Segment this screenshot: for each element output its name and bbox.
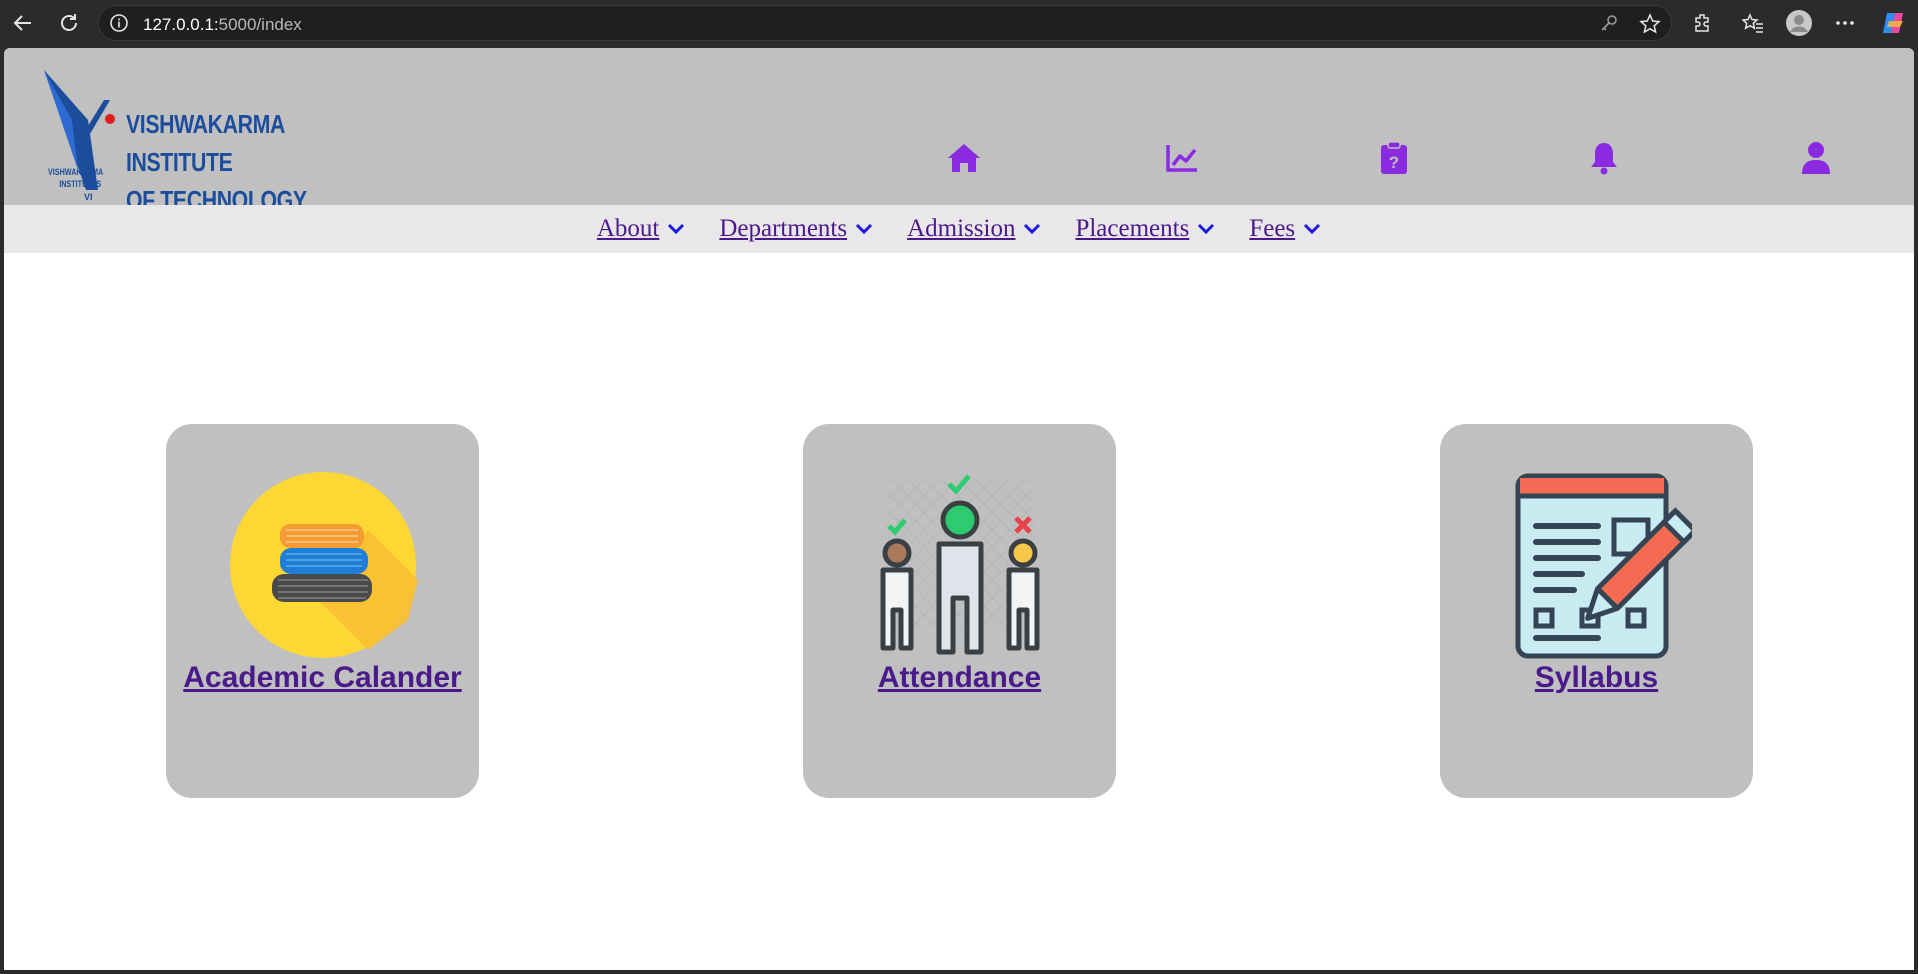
nav-admission[interactable]: Admission xyxy=(907,215,1041,243)
syllabus-document-icon xyxy=(1515,473,1692,659)
logo-sub-line1: VISHWAKARMA xyxy=(48,167,104,177)
chevron-down-icon[interactable] xyxy=(667,223,685,235)
key-icon[interactable] xyxy=(1599,13,1619,38)
books-icon xyxy=(229,472,418,658)
card-label-attendance[interactable]: Attendance xyxy=(803,661,1116,695)
favorite-star-icon[interactable] xyxy=(1639,13,1661,40)
clipboard-question-icon[interactable]: ? xyxy=(1374,138,1414,178)
chevron-down-icon[interactable] xyxy=(855,223,873,235)
favorites-icon[interactable] xyxy=(1738,8,1768,38)
nav-placements[interactable]: Placements xyxy=(1075,215,1215,243)
nav-admission-label[interactable]: Admission xyxy=(907,215,1015,243)
extensions-icon[interactable] xyxy=(1688,8,1718,38)
card-attendance[interactable]: Attendance xyxy=(803,424,1116,798)
chevron-down-icon[interactable] xyxy=(1023,223,1041,235)
chevron-down-icon[interactable] xyxy=(1303,223,1321,235)
site-header: VI VISHWAKARMA INSTITUTES VISHWAKARMA IN… xyxy=(4,48,1914,253)
nav-fees[interactable]: Fees xyxy=(1249,215,1321,243)
more-menu-icon[interactable] xyxy=(1830,8,1860,38)
nav-departments-label[interactable]: Departments xyxy=(719,215,847,243)
address-bar[interactable]: 127.0.0.1:5000/index xyxy=(98,5,1672,41)
logo-sub-text: VISHWAKARMA INSTITUTES xyxy=(48,166,103,190)
browser-toolbar: 127.0.0.1:5000/index xyxy=(0,0,1918,46)
nav-fees-label[interactable]: Fees xyxy=(1249,215,1295,243)
chevron-down-icon[interactable] xyxy=(1197,223,1215,235)
institute-logo[interactable]: VI VISHWAKARMA INSTITUTES VISHWAKARMA IN… xyxy=(26,60,366,253)
main-nav: About Departments Admission Placements F… xyxy=(4,205,1914,253)
logo-title-line1: VISHWAKARMA INSTITUTE xyxy=(126,109,285,177)
card-academic-calander[interactable]: Academic Calander xyxy=(166,424,479,798)
nav-placements-label[interactable]: Placements xyxy=(1075,215,1189,243)
nav-departments[interactable]: Departments xyxy=(719,215,873,243)
svg-text:?: ? xyxy=(1389,153,1399,172)
site-info-icon[interactable] xyxy=(109,13,129,38)
svg-text:VI: VI xyxy=(84,192,93,200)
attendance-people-icon xyxy=(880,474,1039,655)
card-label-syllabus[interactable]: Syllabus xyxy=(1440,661,1753,695)
profile-avatar-icon[interactable] xyxy=(1784,8,1814,38)
back-icon[interactable] xyxy=(8,8,38,38)
user-icon[interactable] xyxy=(1796,138,1836,178)
logo-sub-line2: INSTITUTES xyxy=(59,179,102,189)
copilot-icon[interactable] xyxy=(1878,8,1908,38)
nav-about-label[interactable]: About xyxy=(597,215,660,243)
card-syllabus[interactable]: Syllabus xyxy=(1440,424,1753,798)
bell-icon[interactable] xyxy=(1584,138,1624,178)
card-label-academic-calander[interactable]: Academic Calander xyxy=(166,661,479,695)
home-icon[interactable] xyxy=(944,138,984,178)
web-page: VI VISHWAKARMA INSTITUTES VISHWAKARMA IN… xyxy=(4,48,1914,970)
chart-line-icon[interactable] xyxy=(1162,138,1202,178)
url-text: 127.0.0.1:5000/index xyxy=(143,15,302,34)
refresh-icon[interactable] xyxy=(54,8,84,38)
nav-about[interactable]: About xyxy=(597,215,686,243)
